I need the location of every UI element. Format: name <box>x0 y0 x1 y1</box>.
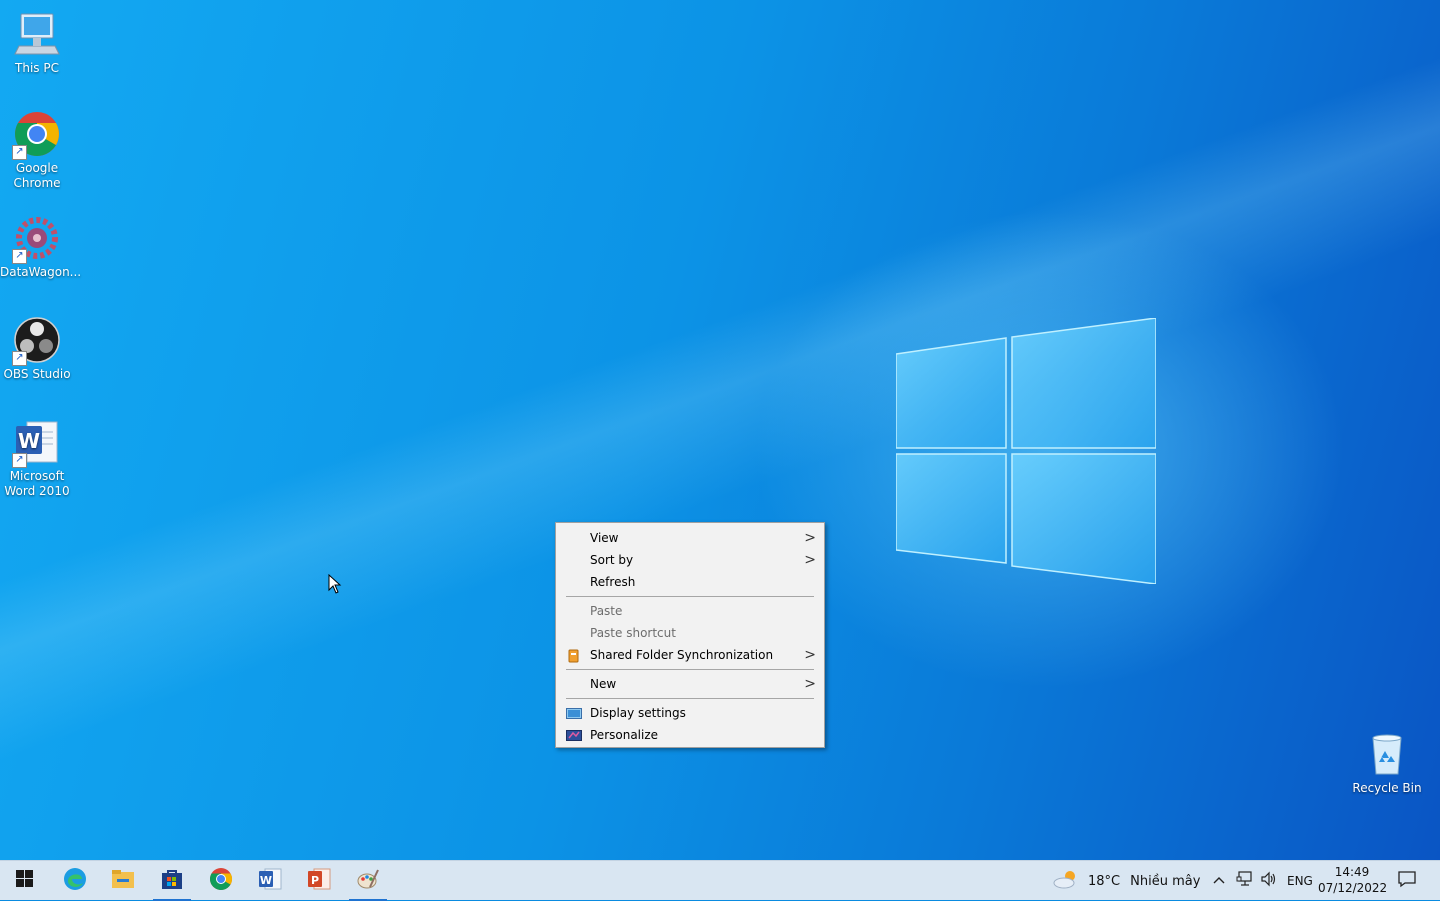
menu-item-label: Personalize <box>590 728 659 742</box>
display-settings-icon <box>566 706 582 720</box>
weather-temperature: 18°C <box>1088 873 1121 889</box>
chevron-up-icon <box>1212 874 1226 889</box>
mouse-cursor-icon <box>328 573 342 594</box>
menu-separator <box>566 596 814 597</box>
icon-label: OBS Studio <box>3 367 71 381</box>
clock-date: 07/12/2022 <box>1318 881 1388 895</box>
shortcut-arrow-icon: ↗ <box>12 249 27 264</box>
store-icon <box>161 868 183 894</box>
word-icon: W <box>258 867 282 895</box>
menu-item-paste: Paste <box>556 600 824 622</box>
menu-item-new[interactable]: New > <box>556 673 824 695</box>
file-explorer-icon <box>111 869 135 893</box>
windows-logo-wallpaper <box>895 317 1157 585</box>
notification-icon <box>1398 870 1416 892</box>
menu-item-label: View <box>590 531 619 545</box>
icon-label: Google Chrome <box>13 161 61 190</box>
svg-text:P: P <box>311 874 319 887</box>
recycle-bin-icon <box>1363 730 1411 778</box>
weather-widget[interactable]: 18°C Nhiều mây <box>1052 861 1200 901</box>
speaker-icon <box>1260 871 1278 891</box>
taskbar-word[interactable]: W <box>247 861 293 901</box>
icon-label: Microsoft Word 2010 <box>4 469 70 498</box>
menu-separator <box>566 669 814 670</box>
desktop-icon-google-chrome[interactable]: ↗ Google Chrome <box>0 110 74 191</box>
paint-icon <box>356 867 380 895</box>
desktop[interactable]: This PC ↗ Google Chrome ↗ DataWagon... ↗… <box>0 0 1440 860</box>
taskbar: W P 18°C Nhiều mây ENG 14:49 07/12/2022 <box>0 860 1440 901</box>
taskbar-clock[interactable]: 14:49 07/12/2022 <box>1318 864 1388 896</box>
desktop-icon-microsoft-word[interactable]: W ↗ Microsoft Word 2010 <box>0 418 74 499</box>
desktop-context-menu: View > Sort by > Refresh Paste Paste sho… <box>555 522 825 748</box>
menu-item-sort-by[interactable]: Sort by > <box>556 549 824 571</box>
obs-icon: ↗ <box>12 316 61 366</box>
icon-label: DataWagon... <box>0 265 82 279</box>
menu-item-personalize[interactable]: Personalize <box>556 724 824 746</box>
desktop-icon-obs-studio[interactable]: ↗ OBS Studio <box>0 316 74 382</box>
menu-item-label: New <box>590 677 617 691</box>
chevron-right-icon: > <box>804 530 816 546</box>
desktop-icon-datawagon[interactable]: ↗ DataWagon... <box>0 214 82 280</box>
menu-item-label: Paste shortcut <box>590 626 676 640</box>
taskbar-chrome[interactable] <box>198 861 244 901</box>
menu-item-view[interactable]: View > <box>556 527 824 549</box>
menu-item-label: Display settings <box>590 706 686 720</box>
menu-item-refresh[interactable]: Refresh <box>556 571 824 593</box>
weather-cloud-sun-icon <box>1052 869 1080 893</box>
menu-item-label: Shared Folder Synchronization <box>590 648 774 662</box>
taskbar-file-explorer[interactable] <box>100 861 146 901</box>
action-center-button[interactable] <box>1398 861 1416 901</box>
powerpoint-icon: P <box>307 867 331 895</box>
menu-item-label: Refresh <box>590 575 636 589</box>
svg-text:W: W <box>18 429 40 453</box>
taskbar-store[interactable] <box>149 861 195 901</box>
shortcut-arrow-icon: ↗ <box>12 351 27 366</box>
network-button[interactable] <box>1236 861 1254 901</box>
start-button[interactable] <box>2 861 48 901</box>
shared-folder-icon <box>566 648 582 663</box>
input-language-button[interactable]: ENG <box>1287 861 1313 901</box>
network-icon <box>1236 871 1254 891</box>
clock-time: 14:49 <box>1334 865 1370 879</box>
this-pc-icon <box>13 10 61 58</box>
icon-label: This PC <box>15 61 59 75</box>
language-indicator: ENG <box>1287 874 1313 888</box>
menu-item-label: Paste <box>590 604 623 618</box>
menu-separator <box>566 698 814 699</box>
personalize-icon <box>566 728 582 742</box>
volume-button[interactable] <box>1260 861 1278 901</box>
desktop-icon-this-pc[interactable]: This PC <box>0 10 74 76</box>
svg-text:W: W <box>260 874 272 887</box>
icon-label: Recycle Bin <box>1352 781 1422 795</box>
desktop-icon-recycle-bin[interactable]: Recycle Bin <box>1350 730 1424 796</box>
start-icon <box>16 870 34 892</box>
chevron-right-icon: > <box>804 552 816 568</box>
taskbar-edge[interactable] <box>52 861 98 901</box>
word-icon: W ↗ <box>12 418 61 468</box>
menu-item-paste-shortcut: Paste shortcut <box>556 622 824 644</box>
show-hidden-icons-button[interactable] <box>1212 861 1226 901</box>
menu-item-display-settings[interactable]: Display settings <box>556 702 824 724</box>
chrome-icon: ↗ <box>12 110 61 160</box>
weather-description: Nhiều mây <box>1130 873 1201 889</box>
taskbar-paint[interactable] <box>345 861 391 901</box>
chevron-right-icon: > <box>804 676 816 692</box>
taskbar-powerpoint[interactable]: P <box>296 861 342 901</box>
edge-icon <box>63 867 87 895</box>
shortcut-arrow-icon: ↗ <box>12 145 27 160</box>
shortcut-arrow-icon: ↗ <box>12 453 27 468</box>
datawagon-icon: ↗ <box>12 214 61 264</box>
menu-item-label: Sort by <box>590 553 634 567</box>
menu-item-shared-folder-sync[interactable]: Shared Folder Synchronization > <box>556 644 824 666</box>
chevron-right-icon: > <box>804 647 816 663</box>
chrome-icon <box>209 867 233 895</box>
